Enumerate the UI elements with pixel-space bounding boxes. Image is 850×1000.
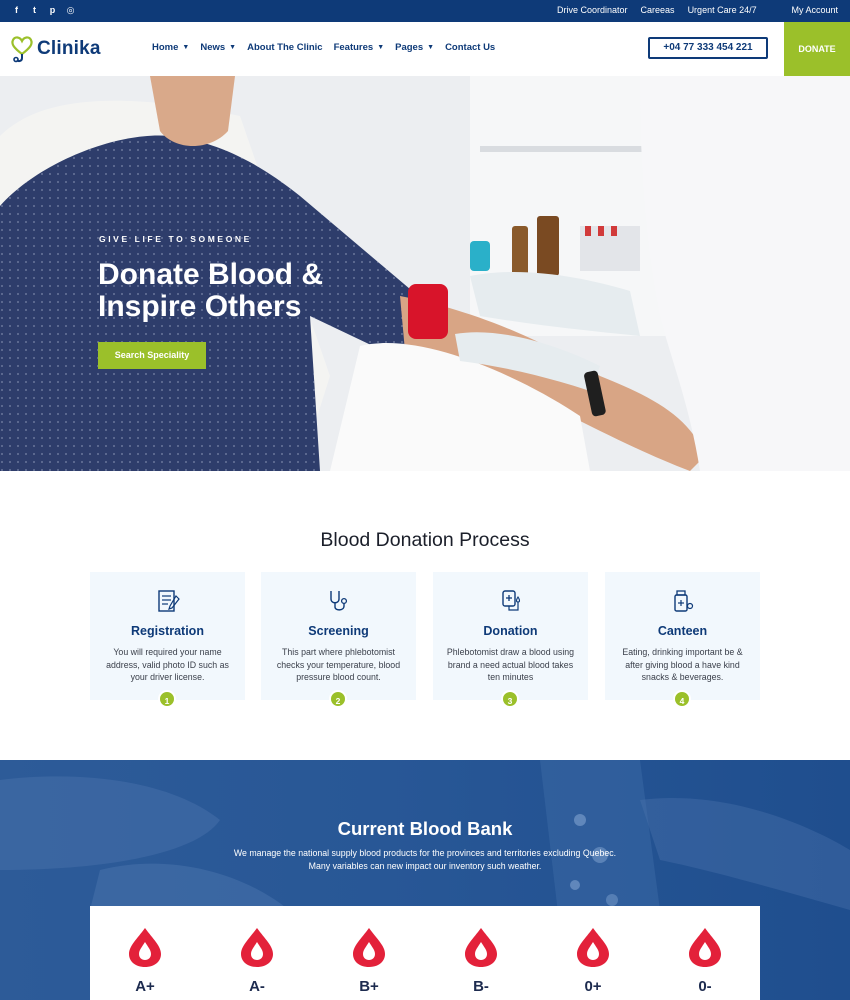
step-number-badge: 3 [501, 690, 519, 708]
nav-label: Contact Us [445, 42, 496, 53]
nav-pages[interactable]: Pages ▼ [395, 42, 434, 53]
nav-label: News [200, 42, 226, 53]
nav-label: Home [152, 42, 179, 53]
hero-kicker: GIVE LIFE TO SOMEONE [99, 234, 252, 244]
card-title: Canteen [657, 624, 708, 638]
top-link-urgent-care[interactable]: Urgent Care 24/7 [688, 5, 757, 15]
facebook-icon[interactable]: f [12, 5, 21, 16]
nav-label: Pages [395, 42, 424, 53]
top-link-careers[interactable]: Careeas [641, 5, 675, 15]
phone-button[interactable]: +04 77 333 454 221 [648, 37, 768, 59]
step-number-badge: 1 [158, 690, 176, 708]
step-number-badge: 2 [329, 690, 347, 708]
blood-bag-icon [502, 590, 521, 611]
hero-title: Donate Blood & Inspire Others [98, 258, 323, 323]
blood-groups-panel: A+ A- B+ B- 0+ 0- [90, 906, 760, 1000]
logo[interactable]: Clinika [10, 34, 101, 64]
my-account-link[interactable]: My Account [791, 5, 838, 15]
blood-group-label: B+ [359, 978, 379, 995]
blood-drop-icon [689, 928, 721, 967]
blood-drop-icon [241, 928, 273, 967]
process-card-screening: Screening This part where phlebotomist c… [261, 572, 416, 708]
blood-drop-icon [465, 928, 497, 967]
nav-home[interactable]: Home ▼ [152, 42, 189, 53]
heart-stethoscope-icon [11, 36, 33, 63]
blood-drop-icon [353, 928, 385, 967]
instagram-icon[interactable]: ◎ [66, 5, 75, 16]
blood-drop-icon [129, 928, 161, 967]
process-card-canteen: Canteen Eating, drinking important be & … [605, 572, 760, 708]
caret-down-icon: ▼ [182, 44, 190, 51]
caret-down-icon: ▼ [229, 44, 237, 51]
nav-label: Features [333, 42, 374, 53]
twitter-icon[interactable]: t [30, 5, 39, 16]
nav-contact[interactable]: Contact Us [445, 42, 495, 53]
card-title: Registration [131, 624, 204, 638]
blood-bank-title: Current Blood Bank [337, 818, 513, 839]
social-links: f t p ◎ [12, 5, 75, 16]
medicine-bottle-icon [674, 590, 694, 612]
stethoscope-icon [330, 591, 348, 611]
card-title: Screening [308, 624, 369, 638]
nav-news[interactable]: News ▼ [200, 42, 236, 53]
blood-bank-description: We manage the national supply blood prod… [233, 848, 617, 871]
process-card-donation: Donation Phlebotomist draw a blood using… [433, 572, 588, 708]
clipboard-icon [158, 590, 180, 612]
top-link-drive-coordinator[interactable]: Drive Coordinator [557, 5, 628, 15]
process-title: Blood Donation Process [320, 529, 530, 551]
blood-drop-icon [577, 928, 609, 967]
nav-about[interactable]: About The Clinic [247, 42, 322, 53]
card-description: Phlebotomist draw a blood using brand a … [446, 647, 575, 683]
logo-text: Clinika [37, 38, 101, 59]
card-description: You will required your name address, val… [106, 647, 229, 683]
donate-button[interactable]: DONATE [784, 22, 850, 76]
search-speciality-button[interactable]: Search Speciality [98, 342, 206, 369]
process-card-registration: Registration You will required your name… [90, 572, 245, 708]
blood-group-label: B- [473, 978, 489, 995]
nav-label: About The Clinic [247, 42, 323, 53]
nav-features[interactable]: Features ▼ [334, 42, 385, 53]
card-description: Eating, drinking important be & after gi… [622, 647, 743, 683]
caret-down-icon: ▼ [377, 44, 385, 51]
step-number-badge: 4 [673, 690, 691, 708]
blood-group-label: 0+ [584, 978, 602, 995]
main-header: Clinika Home ▼ News ▼ About The Clinic Fea… [0, 22, 850, 76]
blood-group-label: 0- [698, 978, 712, 995]
top-links: Drive Coordinator Careeas Urgent Care 24… [557, 5, 757, 15]
caret-down-icon: ▼ [427, 44, 435, 51]
top-bar: f t p ◎ Drive Coordinator Careeas Urgent… [0, 0, 850, 22]
blood-group-label: A- [249, 978, 265, 995]
hero-banner: GIVE LIFE TO SOMEONE Donate Blood & Insp… [0, 76, 850, 471]
card-description: This part where phlebotomist checks your… [276, 647, 401, 683]
pinterest-icon[interactable]: p [48, 5, 57, 16]
card-title: Donation [483, 624, 538, 638]
main-nav: Home ▼ News ▼ About The Clinic Features ▼ P… [152, 42, 495, 53]
blood-group-label: A+ [135, 978, 155, 995]
